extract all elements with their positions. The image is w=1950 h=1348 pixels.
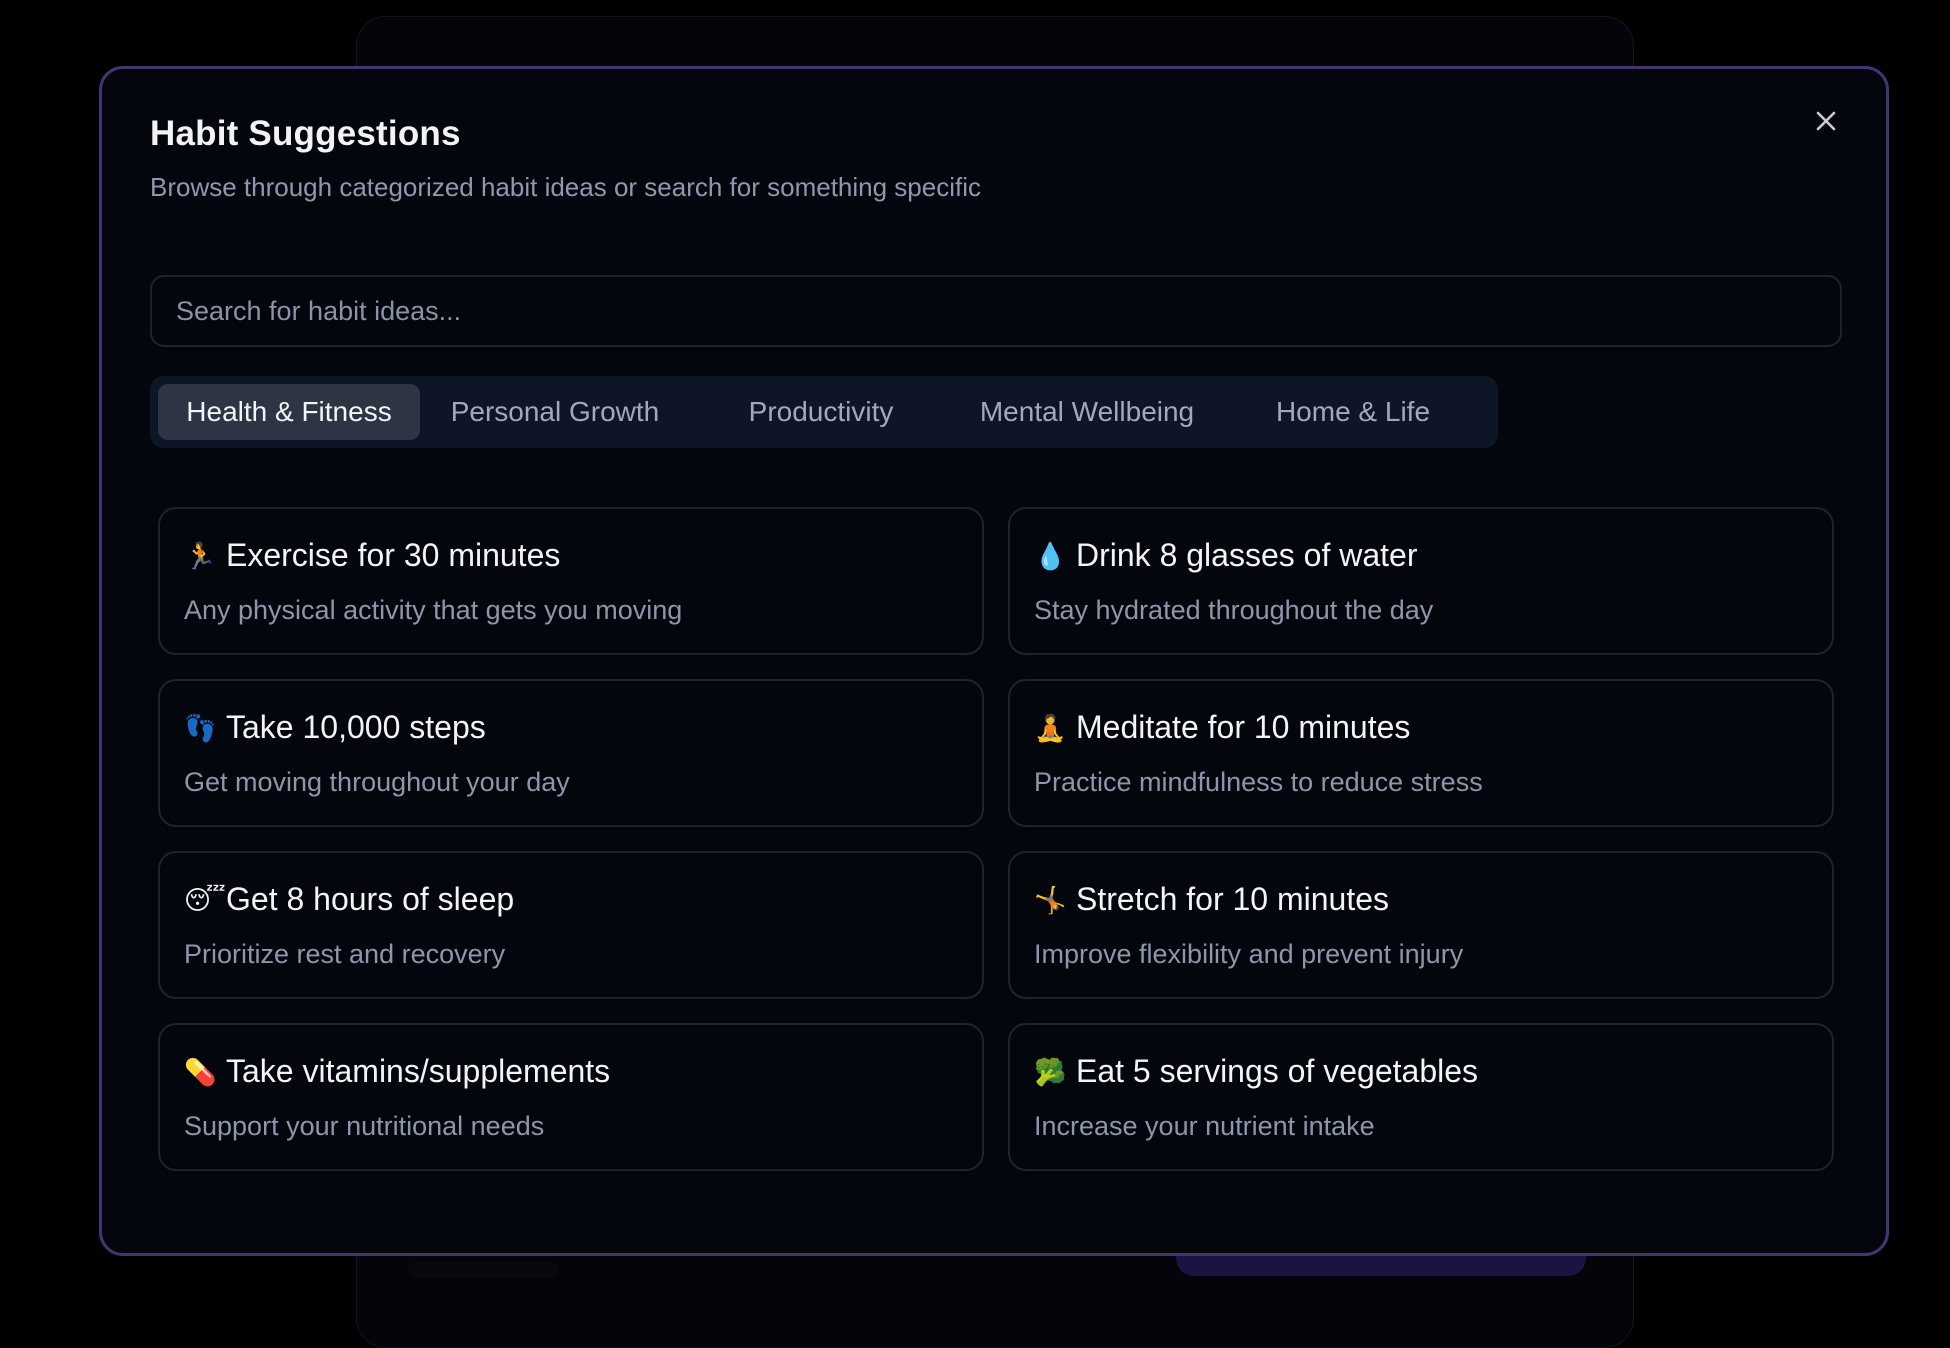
suggestion-card[interactable]: 🧘 Meditate for 10 minutes Practice mindf… <box>1008 679 1834 827</box>
suggestion-title: Drink 8 glasses of water <box>1076 537 1418 573</box>
suggestion-title: Take 10,000 steps <box>226 709 486 745</box>
suggestion-description: Prioritize rest and recovery <box>184 939 506 969</box>
suggestion-description: Increase your nutrient intake <box>1034 1111 1375 1141</box>
suggestion-card[interactable]: 💊 Take vitamins/supplements Support your… <box>158 1023 984 1171</box>
suggestion-title: Exercise for 30 minutes <box>226 537 561 573</box>
water-drop-icon: 💧 <box>1034 540 1067 571</box>
tab-mental-wellbeing[interactable]: Mental Wellbeing <box>956 384 1218 440</box>
suggestion-title: Get 8 hours of sleep <box>226 881 515 917</box>
tab-home-life[interactable]: Home & Life <box>1222 384 1484 440</box>
category-tabs: Health & Fitness Personal Growth Product… <box>150 376 1498 448</box>
dialog-title: Habit Suggestions <box>150 114 461 153</box>
background-secondary-button <box>408 1262 558 1278</box>
stretching-icon: 🤸 <box>1034 884 1067 915</box>
tab-health-fitness[interactable]: Health & Fitness <box>158 384 420 440</box>
suggestion-title: Eat 5 servings of vegetables <box>1076 1053 1479 1089</box>
tab-personal-growth[interactable]: Personal Growth <box>424 384 686 440</box>
suggestion-title: Stretch for 10 minutes <box>1076 881 1390 917</box>
suggestion-card[interactable]: 😴 Get 8 hours of sleep Prioritize rest a… <box>158 851 984 999</box>
suggestion-title: Meditate for 10 minutes <box>1076 709 1411 745</box>
close-button[interactable] <box>1806 101 1846 141</box>
pill-icon: 💊 <box>184 1056 217 1087</box>
meditation-icon: 🧘 <box>1034 712 1067 743</box>
habit-suggestions-dialog: Habit Suggestions Browse through categor… <box>99 66 1889 1256</box>
search-input[interactable] <box>150 275 1842 347</box>
suggestion-card[interactable]: 🥦 Eat 5 servings of vegetables Increase … <box>1008 1023 1834 1171</box>
dialog-subtitle: Browse through categorized habit ideas o… <box>150 172 981 202</box>
suggestion-description: Improve flexibility and prevent injury <box>1034 939 1464 969</box>
broccoli-icon: 🥦 <box>1034 1056 1067 1087</box>
suggestion-card[interactable]: 💧 Drink 8 glasses of water Stay hydrated… <box>1008 507 1834 655</box>
suggestion-title: Take vitamins/supplements <box>226 1053 611 1089</box>
suggestion-description: Any physical activity that gets you movi… <box>184 595 683 625</box>
close-icon <box>1816 111 1836 131</box>
suggestion-description: Stay hydrated throughout the day <box>1034 595 1434 625</box>
suggestion-description: Support your nutritional needs <box>184 1111 545 1141</box>
suggestion-description: Practice mindfulness to reduce stress <box>1034 767 1483 797</box>
suggestion-description: Get moving throughout your day <box>184 767 570 797</box>
sleeping-face-icon: 😴 <box>184 884 226 915</box>
suggestion-card[interactable]: 🤸 Stretch for 10 minutes Improve flexibi… <box>1008 851 1834 999</box>
tab-productivity[interactable]: Productivity <box>690 384 952 440</box>
footprints-icon: 👣 <box>184 712 217 743</box>
suggestion-card[interactable]: 👣 Take 10,000 steps Get moving throughou… <box>158 679 984 827</box>
running-icon: 🏃 <box>184 540 217 571</box>
suggestion-card[interactable]: 🏃 Exercise for 30 minutes Any physical a… <box>158 507 984 655</box>
